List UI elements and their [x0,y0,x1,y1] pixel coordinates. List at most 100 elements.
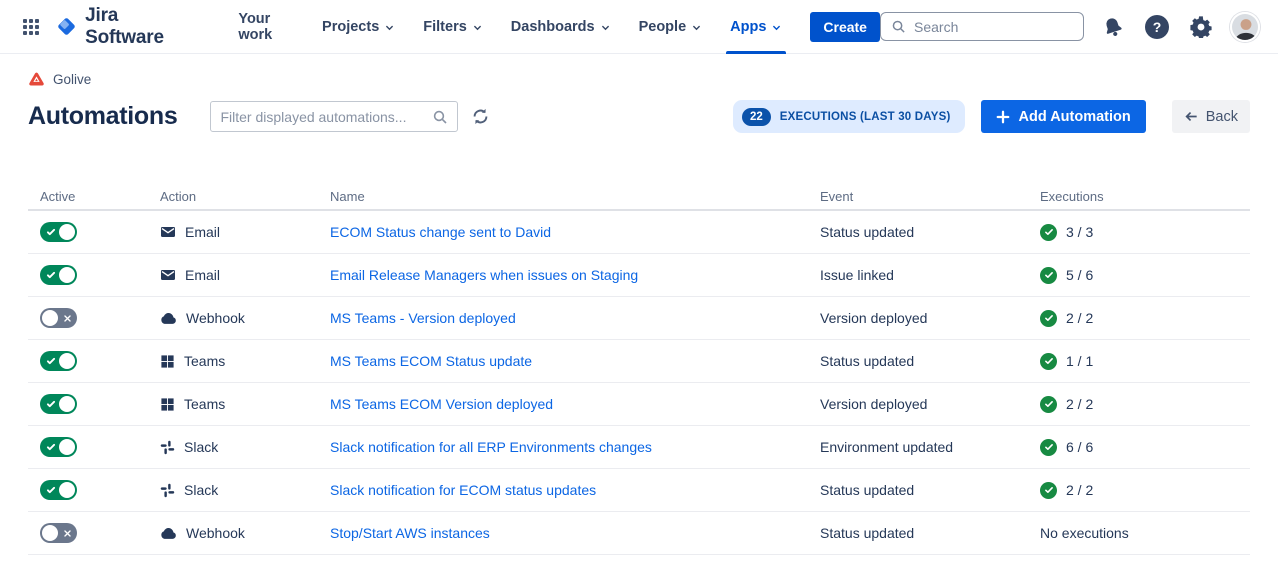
table-row: Slack Slack notification for ECOM status… [28,469,1250,512]
teams-icon [160,397,175,412]
back-button[interactable]: Back [1172,100,1250,133]
success-check-icon [1040,310,1057,327]
action-label: Webhook [186,310,245,326]
filter-search-icon [432,109,448,125]
table-row: Slack Slack notification for all ERP Env… [28,426,1250,469]
table-body: Email ECOM Status change sent to David S… [28,211,1250,555]
automations-table: Active Action Name Event Executions Emai… [28,183,1250,555]
executions-value: 5 / 6 [1066,267,1093,283]
chevron-down-icon [771,22,782,33]
active-toggle[interactable] [40,480,77,500]
nav-item-projects[interactable]: Projects [308,0,409,54]
success-check-icon [1040,439,1057,456]
nav-item-dashboards[interactable]: Dashboards [497,0,625,54]
action-label: Slack [184,439,218,455]
column-header-action: Action [148,189,318,204]
automation-name-link[interactable]: Slack notification for all ERP Environme… [330,439,652,455]
filter-automations-input[interactable] [220,109,432,125]
global-search [880,12,1084,41]
active-toggle[interactable] [40,351,77,371]
email-icon [160,224,176,240]
slack-icon [160,483,175,498]
event-label: Status updated [820,224,914,240]
toggle-state-icon [43,480,59,500]
toggle-state-icon [59,523,75,543]
column-header-event: Event [808,189,1028,204]
slack-icon [160,440,175,455]
active-toggle[interactable] [40,523,77,543]
table-row: Email Email Release Managers when issues… [28,254,1250,297]
action-label: Webhook [186,525,245,541]
nav-item-filters[interactable]: Filters [409,0,497,54]
automation-name-link[interactable]: MS Teams - Version deployed [330,310,516,326]
action-label: Slack [184,482,218,498]
help-icon[interactable]: ? [1142,12,1172,42]
automation-name-link[interactable]: Slack notification for ECOM status updat… [330,482,596,498]
active-toggle[interactable] [40,222,77,242]
search-input[interactable] [914,19,1073,35]
event-label: Environment updated [820,439,953,455]
nav-item-apps[interactable]: Apps [716,0,796,54]
automation-name-link[interactable]: MS Teams ECOM Status update [330,353,532,369]
event-label: Version deployed [820,310,927,326]
breadcrumb-label: Golive [53,72,91,87]
table-row: Teams MS Teams ECOM Version deployed Ver… [28,383,1250,426]
event-label: Status updated [820,353,914,369]
column-header-name: Name [318,189,808,204]
executions-value: 2 / 2 [1066,482,1093,498]
golive-logo-icon [28,71,45,88]
breadcrumb[interactable]: Golive [28,71,1250,88]
executions-summary-label: EXECUTIONS (LAST 30 DAYS) [780,111,951,123]
jira-logo[interactable]: Jira Software [55,5,198,49]
active-toggle[interactable] [40,437,77,457]
table-header-row: Active Action Name Event Executions [28,183,1250,211]
nav-item-your-work[interactable]: Your work [224,0,308,54]
add-automation-button[interactable]: Add Automation [981,100,1146,133]
primary-nav: Your work Projects Filters Dashboards Pe… [224,0,796,54]
column-header-active: Active [28,189,148,204]
page-title: Automations [28,102,177,131]
automation-name-link[interactable]: Email Release Managers when issues on St… [330,267,638,283]
action-label: Teams [184,396,225,412]
notifications-bell-icon[interactable] [1098,12,1128,42]
table-row: Webhook MS Teams - Version deployed Vers… [28,297,1250,340]
action-label: Teams [184,353,225,369]
refresh-icon[interactable] [471,107,490,126]
success-check-icon [1040,267,1057,284]
event-label: Status updated [820,525,914,541]
event-label: Version deployed [820,396,927,412]
executions-value: 2 / 2 [1066,396,1093,412]
success-check-icon [1040,396,1057,413]
automation-name-link[interactable]: MS Teams ECOM Version deployed [330,396,553,412]
executions-summary-button[interactable]: 22 EXECUTIONS (LAST 30 DAYS) [733,100,965,133]
table-row: Teams MS Teams ECOM Status update Status… [28,340,1250,383]
executions-value: 2 / 2 [1066,310,1093,326]
active-toggle[interactable] [40,394,77,414]
success-check-icon [1040,353,1057,370]
table-row: Email ECOM Status change sent to David S… [28,211,1250,254]
event-label: Issue linked [820,267,894,283]
toggle-state-icon [43,394,59,414]
toggle-state-icon [43,351,59,371]
toggle-state-icon [43,222,59,242]
action-label: Email [185,267,220,283]
settings-gear-icon[interactable] [1186,12,1216,42]
automation-name-link[interactable]: Stop/Start AWS instances [330,525,490,541]
active-toggle[interactable] [40,265,77,285]
app-switcher-icon[interactable] [14,10,47,44]
active-toggle[interactable] [40,308,77,328]
executions-value: 3 / 3 [1066,224,1093,240]
column-header-executions: Executions [1028,189,1250,204]
webhook-icon [160,310,177,327]
event-label: Status updated [820,482,914,498]
user-avatar[interactable] [1230,12,1260,42]
chevron-down-icon [472,22,483,33]
chevron-down-icon [600,22,611,33]
email-icon [160,267,176,283]
automation-name-link[interactable]: ECOM Status change sent to David [330,224,551,240]
chevron-down-icon [691,22,702,33]
executions-value: No executions [1040,525,1129,541]
nav-item-people[interactable]: People [625,0,717,54]
create-button[interactable]: Create [810,12,880,42]
success-check-icon [1040,482,1057,499]
